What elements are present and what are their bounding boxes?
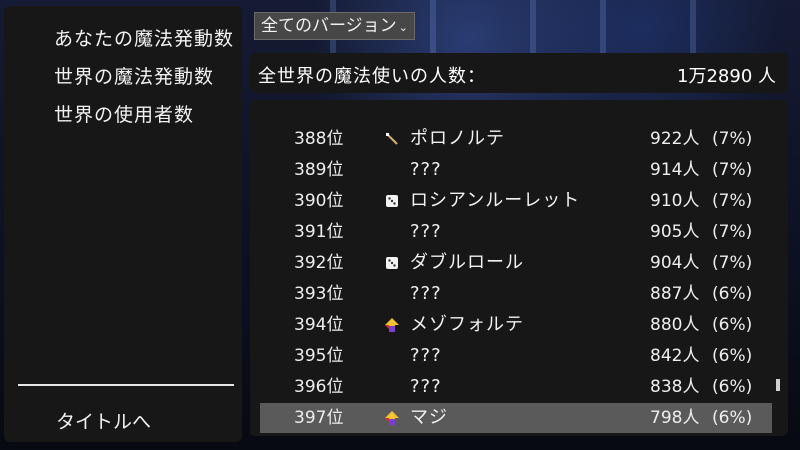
arrow-icon	[384, 410, 400, 426]
rank-label: 392位	[294, 253, 344, 273]
menu-divider	[18, 384, 234, 386]
total-wizards-bar: 全世界の魔法使いの人数： 1万2890 人	[250, 53, 788, 93]
rank-label: 396位	[294, 377, 344, 397]
spell-name: マジ	[410, 407, 448, 428]
spell-name: ポロノルテ	[410, 128, 505, 149]
ranking-row[interactable]: 391位??? 905人 (7%)	[260, 217, 772, 247]
rank-label: 388位	[294, 129, 344, 149]
spell-name: ???	[410, 283, 442, 304]
spell-name: ダブルロール	[410, 252, 524, 273]
user-count: 904人	[650, 253, 700, 273]
ranking-list[interactable]: 388位 ポロノルテ 922人 (7%) 389位??? 914人 (7%) 390位 ロシアン…	[250, 100, 788, 436]
version-dropdown[interactable]: 全てのバージョン ⌄	[254, 12, 415, 40]
arrow-icon	[384, 317, 400, 333]
spell-name: ロシアンルーレット	[410, 190, 581, 211]
spell-name: ???	[410, 221, 442, 242]
menu-item-world-casts[interactable]: 世界の魔法発動数	[54, 62, 214, 89]
user-percent: (7%)	[712, 160, 753, 180]
user-percent: (7%)	[712, 191, 753, 211]
user-percent: (6%)	[712, 377, 753, 397]
rank-label: 395位	[294, 346, 344, 366]
user-percent: (7%)	[712, 253, 753, 273]
user-percent: (7%)	[712, 129, 753, 149]
dice-icon	[384, 193, 400, 209]
user-count: 910人	[650, 191, 700, 211]
wand-icon	[384, 131, 400, 147]
rank-label: 391位	[294, 222, 344, 242]
spell-name: ???	[410, 376, 442, 397]
user-count: 880人	[650, 315, 700, 335]
rank-label: 394位	[294, 315, 344, 335]
rank-label: 393位	[294, 284, 344, 304]
user-percent: (6%)	[712, 408, 753, 428]
back-to-title-button[interactable]: タイトルへ	[56, 407, 151, 434]
user-count: 798人	[650, 408, 700, 428]
scrollbar-thumb[interactable]	[776, 379, 780, 391]
rank-label: 390位	[294, 191, 344, 211]
menu-item-world-users[interactable]: 世界の使用者数	[54, 100, 194, 127]
chevron-down-icon: ⌄	[398, 21, 408, 34]
user-percent: (6%)	[712, 346, 753, 366]
rank-label: 397位	[294, 408, 344, 428]
dice-icon	[384, 255, 400, 271]
user-percent: (6%)	[712, 315, 753, 335]
user-count: 922人	[650, 129, 700, 149]
user-count: 905人	[650, 222, 700, 242]
left-menu-panel: あなたの魔法発動数 世界の魔法発動数 世界の使用者数 タイトルへ	[4, 6, 242, 442]
version-dropdown-label: 全てのバージョン	[261, 16, 397, 36]
menu-item-your-casts[interactable]: あなたの魔法発動数	[54, 24, 234, 51]
spell-name: ???	[410, 159, 442, 180]
user-count: 842人	[650, 346, 700, 366]
user-count: 914人	[650, 160, 700, 180]
total-wizards-label: 全世界の魔法使いの人数：	[258, 66, 486, 87]
ranking-row[interactable]: 390位 ロシアンルーレット 910人 (7%)	[260, 186, 772, 216]
ranking-row[interactable]: 395位??? 842人 (6%)	[260, 341, 772, 371]
user-percent: (7%)	[712, 222, 753, 242]
user-count: 887人	[650, 284, 700, 304]
ranking-row[interactable]: 394位 メゾフォルテ 880人 (6%)	[260, 310, 772, 340]
total-wizards-value: 1万2890 人	[677, 66, 776, 87]
ranking-row[interactable]: 389位??? 914人 (7%)	[260, 155, 772, 185]
spell-name: ???	[410, 345, 442, 366]
ranking-row[interactable]: 397位 マジ 798人 (6%)	[260, 403, 772, 433]
ranking-row[interactable]: 393位??? 887人 (6%)	[260, 279, 772, 309]
spell-name: メゾフォルテ	[410, 314, 524, 335]
ranking-row[interactable]: 392位 ダブルロール 904人 (7%)	[260, 248, 772, 278]
ranking-row[interactable]: 388位 ポロノルテ 922人 (7%)	[260, 124, 772, 154]
ranking-row[interactable]: 396位??? 838人 (6%)	[260, 372, 772, 402]
user-count: 838人	[650, 377, 700, 397]
user-percent: (6%)	[712, 284, 753, 304]
rank-label: 389位	[294, 160, 344, 180]
